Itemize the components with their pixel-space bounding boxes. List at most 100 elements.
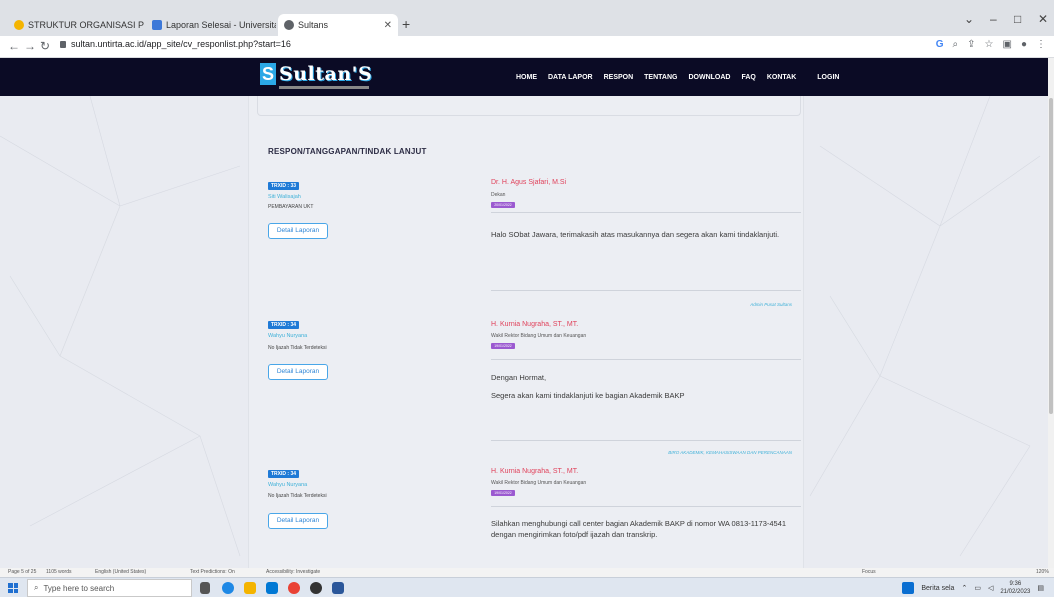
- favicon-icon: [152, 20, 162, 30]
- profile-icon[interactable]: ●: [1021, 39, 1027, 50]
- close-window-icon[interactable]: ✕: [1038, 12, 1048, 26]
- focus-mode[interactable]: Focus: [862, 569, 876, 575]
- zoom-level[interactable]: 120%: [1036, 569, 1049, 575]
- sidepanel-icon[interactable]: ▣: [1003, 39, 1012, 50]
- file-explorer-icon[interactable]: [244, 582, 256, 594]
- nav-home[interactable]: HOME: [516, 74, 537, 81]
- reporter-name: Wahyu Nuryana: [268, 333, 308, 339]
- date-badge: 20/01/2022: [491, 202, 515, 208]
- chevron-up-icon[interactable]: ⌃: [961, 584, 967, 592]
- tab-title: STRUKTUR ORGANISASI PPID U: [28, 20, 144, 30]
- search-placeholder: Type here to search: [43, 583, 115, 593]
- clock[interactable]: 9:36 21/02/2023: [1000, 580, 1030, 596]
- maximize-icon[interactable]: □: [1014, 12, 1021, 26]
- search-icon: ⌕: [34, 583, 39, 592]
- chrome-icon[interactable]: [288, 582, 300, 594]
- response-message: Silahkan menghubungi call center bagian …: [491, 519, 787, 539]
- detail-laporan-button[interactable]: Detail Laporan: [268, 223, 328, 239]
- date-badge: 19/01/2022: [491, 343, 515, 349]
- browser-tab-2[interactable]: Laporan Selesai - Universitas Sul ✕: [146, 14, 276, 36]
- app-icon[interactable]: [310, 582, 322, 594]
- new-tab-icon[interactable]: +: [402, 16, 410, 32]
- word-status-bar: Page 5 of 25 1105 words English (United …: [0, 568, 1054, 577]
- txid-badge: TRXID : 34: [268, 470, 300, 478]
- divider: [491, 440, 801, 441]
- word-count[interactable]: 1105 words: [46, 569, 71, 575]
- reload-icon[interactable]: ↻: [40, 39, 50, 53]
- google-icon[interactable]: G: [936, 39, 944, 50]
- previous-card-edge: [257, 96, 801, 116]
- browser-toolbar: ← → ↻ sultan.untirta.ac.id/app_site/cv_r…: [0, 36, 1054, 58]
- logo-text: Sultan'S: [279, 63, 373, 85]
- taskbar-search[interactable]: ⌕ Type here to search: [27, 579, 192, 597]
- browser-actions: G ⌕ ⇪ ☆ ▣ ● ⋮: [936, 39, 1046, 50]
- minimize-icon[interactable]: –: [990, 12, 997, 26]
- browser-tab-active[interactable]: Sultans ✕: [278, 14, 398, 36]
- store-icon[interactable]: [266, 582, 278, 594]
- response-signature: BIRO AKADEMIK, KEMAHASISWAAN DAN PERENCA…: [668, 450, 792, 455]
- forward-icon[interactable]: →: [24, 39, 36, 53]
- nav-download[interactable]: DOWNLOAD: [688, 74, 730, 81]
- volume-icon[interactable]: ◁: [988, 584, 993, 592]
- detail-laporan-button[interactable]: Detail Laporan: [268, 513, 328, 529]
- section-title: RESPON/TANGGAPAN/TINDAK LANJUT: [268, 147, 427, 156]
- browser-tab-bar: STRUKTUR ORGANISASI PPID U ✕ Laporan Sel…: [0, 0, 1054, 36]
- language[interactable]: English (United States): [95, 569, 146, 575]
- windows-taskbar: ⌕ Type here to search Berita sela ⌃ ▭ ◁ …: [0, 577, 1054, 597]
- response-greeting: Dengan Hormat,: [491, 373, 547, 382]
- edge-icon[interactable]: [222, 582, 234, 594]
- txid-badge: TRXID : 33: [268, 182, 300, 190]
- task-view-icon[interactable]: [200, 582, 210, 594]
- main-nav: HOME DATA LAPOR RESPON TENTANG DOWNLOAD …: [516, 74, 839, 81]
- officer-position: Dekan: [491, 192, 506, 198]
- divider: [491, 359, 801, 360]
- logo-tagline: [279, 86, 369, 89]
- site-header: S Sultan'S HOME DATA LAPOR RESPON TENTAN…: [0, 58, 1048, 96]
- report-subject: No Ijazah Tidak Terdeteksi: [268, 345, 327, 351]
- page-count[interactable]: Page 5 of 25: [8, 569, 36, 575]
- date-badge: 19/01/2022: [491, 490, 515, 496]
- word-icon[interactable]: [332, 582, 344, 594]
- scrollbar-thumb[interactable]: [1049, 98, 1053, 414]
- browser-tab-1[interactable]: STRUKTUR ORGANISASI PPID U ✕: [8, 14, 144, 36]
- response-message: Halo SObat Jawara, terimakasih atas masu…: [491, 230, 780, 239]
- network-icon[interactable]: ▭: [974, 584, 981, 592]
- clock-date: 21/02/2023: [1000, 589, 1031, 595]
- txid-badge: TRXID : 34: [268, 321, 300, 329]
- report-subject: No Ijazah Tidak Terdeteksi: [268, 493, 327, 499]
- close-icon[interactable]: ✕: [378, 20, 392, 31]
- nav-kontak[interactable]: KONTAK: [767, 74, 796, 81]
- divider: [491, 506, 801, 507]
- back-icon[interactable]: ←: [8, 39, 20, 53]
- tab-title: Sultans: [298, 20, 329, 30]
- address-bar[interactable]: sultan.untirta.ac.id/app_site/cv_responl…: [60, 39, 291, 49]
- nav-tentang[interactable]: TENTANG: [644, 74, 677, 81]
- windows-start-icon[interactable]: [8, 583, 18, 593]
- officer-name: H. Kurnia Nugraha, ST., MT.: [491, 321, 579, 328]
- notification-icon[interactable]: ▤: [1037, 584, 1044, 592]
- response-signature: Admin Pusat Sultans: [750, 302, 792, 307]
- nav-login[interactable]: LOGIN: [817, 74, 839, 81]
- officer-name: Dr. H. Agus Sjafari, M.Si: [491, 179, 567, 186]
- kebab-menu-icon[interactable]: ⋮: [1036, 39, 1046, 50]
- nav-data-lapor[interactable]: DATA LAPOR: [548, 74, 593, 81]
- nav-faq[interactable]: FAQ: [741, 74, 755, 81]
- globe-icon: [284, 20, 294, 30]
- reporter-name: Siti Walisajah: [268, 194, 301, 200]
- share-icon[interactable]: ⇪: [967, 39, 975, 50]
- reporter-name: Wahyu Nuryana: [268, 482, 308, 488]
- news-icon[interactable]: [902, 582, 915, 594]
- accessibility[interactable]: Accessibility: Investigate: [266, 569, 320, 575]
- detail-laporan-button[interactable]: Detail Laporan: [268, 364, 328, 380]
- bookmark-star-icon[interactable]: ☆: [985, 39, 994, 50]
- site-logo[interactable]: S Sultan'S: [260, 63, 373, 89]
- nav-respon[interactable]: RESPON: [604, 74, 634, 81]
- news-label[interactable]: Berita sela: [921, 585, 954, 592]
- tab-search-icon[interactable]: ⌄: [964, 12, 974, 26]
- system-tray: Berita sela ⌃ ▭ ◁ 9:36 21/02/2023 ▤: [902, 580, 1044, 596]
- zoom-icon[interactable]: ⌕: [953, 39, 959, 50]
- page-scrollbar[interactable]: [1048, 58, 1054, 568]
- clock-time: 9:36: [1009, 581, 1022, 587]
- page-content: RESPON/TANGGAPAN/TINDAK LANJUT TRXID : 3…: [0, 96, 1048, 568]
- text-predictions[interactable]: Text Predictions: On: [190, 569, 235, 575]
